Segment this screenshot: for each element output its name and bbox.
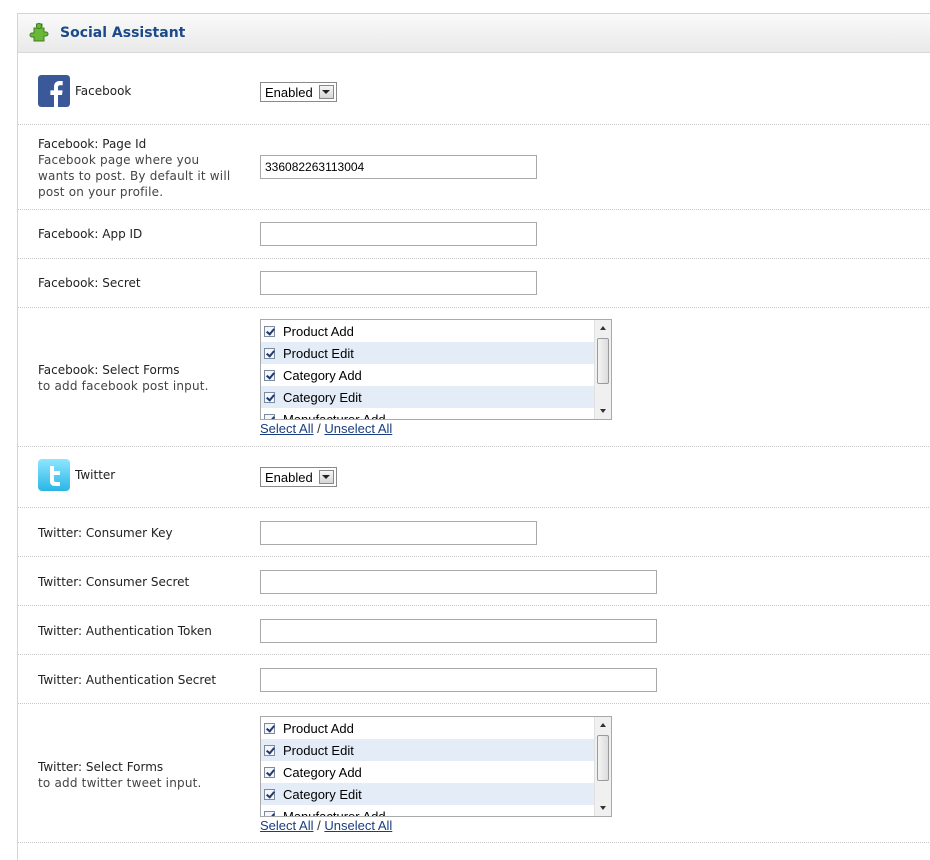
twitter-consumer-secret-row: Twitter: Consumer Secret: [18, 557, 930, 606]
twitter-consumer-secret-input[interactable]: [260, 570, 657, 594]
panel-header: Social Assistant: [18, 14, 930, 53]
social-assistant-panel: Social Assistant Facebook Enabled Facebo…: [17, 13, 930, 860]
twitter-consumer-key-label: Twitter: Consumer Key: [38, 526, 173, 540]
twitter-forms-label: Twitter: Select Forms to add twitter twe…: [38, 759, 238, 791]
facebook-forms-row: Facebook: Select Forms to add facebook p…: [18, 308, 930, 447]
twitter-consumer-secret-label: Twitter: Consumer Secret: [38, 575, 190, 589]
chevron-down-icon: [318, 470, 334, 484]
checkbox-checked-icon[interactable]: [264, 413, 275, 419]
list-item[interactable]: Product Add: [261, 717, 595, 739]
list-item[interactable]: Product Add: [261, 320, 595, 342]
twitter-forms-listbox[interactable]: Product Add Product Edit Category Add Ca…: [260, 716, 612, 817]
twitter-status-row: Twitter Enabled: [18, 447, 930, 508]
page-title: Social Assistant: [60, 25, 186, 41]
facebook-page-id-input[interactable]: 336082263113004: [260, 155, 537, 179]
facebook-app-id-row: Facebook: App ID: [18, 210, 930, 259]
list-item[interactable]: Product Edit: [261, 739, 595, 761]
facebook-forms-help: to add facebook post input.: [38, 379, 209, 393]
scrollbar-thumb[interactable]: [597, 735, 609, 781]
twitter-auth-secret-row: Twitter: Authentication Secret: [18, 655, 930, 704]
scrollbar-thumb[interactable]: [597, 338, 609, 384]
twitter-forms-title: Twitter: Select Forms: [38, 760, 164, 774]
list-item[interactable]: Category Edit: [261, 386, 595, 408]
facebook-logo-icon: [38, 75, 70, 107]
twitter-brand: Twitter: [38, 459, 115, 491]
twitter-auth-secret-label: Twitter: Authentication Secret: [38, 673, 217, 687]
facebook-page-id-label: Facebook: Page Id Facebook page where yo…: [38, 136, 238, 200]
list-item-label: Manufacturer Add: [283, 411, 386, 420]
link-separator: /: [317, 818, 321, 833]
twitter-unselect-all-link[interactable]: Unselect All: [324, 818, 392, 833]
twitter-consumer-key-row: Twitter: Consumer Key: [18, 508, 930, 557]
checkbox-checked-icon[interactable]: [264, 369, 275, 381]
list-item[interactable]: Category Edit: [261, 783, 595, 805]
scroll-up-icon[interactable]: [595, 320, 611, 336]
facebook-secret-label: Facebook: Secret: [38, 276, 141, 290]
facebook-label: Facebook: [75, 84, 132, 98]
list-item-label: Product Edit: [283, 345, 354, 361]
list-item[interactable]: Manufacturer Add: [261, 408, 595, 420]
twitter-status-select[interactable]: Enabled: [260, 467, 337, 487]
checkbox-checked-icon[interactable]: [264, 325, 275, 337]
checkbox-checked-icon[interactable]: [264, 788, 275, 800]
list-item-label: Category Add: [283, 367, 362, 383]
list-item-label: Category Add: [283, 764, 362, 780]
list-item[interactable]: Category Add: [261, 761, 595, 783]
facebook-secret-row: Facebook: Secret: [18, 259, 930, 308]
facebook-forms-listbox[interactable]: Product Add Product Edit Category Add Ca…: [260, 319, 612, 420]
twitter-auth-token-input[interactable]: [260, 619, 657, 643]
facebook-status-row: Facebook Enabled: [18, 53, 930, 125]
twitter-logo-icon: [38, 459, 70, 491]
list-item-label: Product Edit: [283, 742, 354, 758]
twitter-auth-token-label: Twitter: Authentication Token: [38, 624, 212, 638]
list-item-label: Category Edit: [283, 786, 362, 802]
scroll-down-icon[interactable]: [595, 403, 611, 419]
chevron-down-icon: [318, 85, 334, 99]
facebook-brand: Facebook: [38, 75, 131, 107]
twitter-forms-row: Twitter: Select Forms to add twitter twe…: [18, 704, 930, 843]
scroll-down-icon[interactable]: [595, 800, 611, 816]
checkbox-checked-icon[interactable]: [264, 766, 275, 778]
facebook-unselect-all-link[interactable]: Unselect All: [324, 421, 392, 436]
puzzle-icon: [29, 22, 49, 42]
list-item[interactable]: Product Edit: [261, 342, 595, 364]
facebook-select-links: Select All / Unselect All: [260, 421, 612, 436]
checkbox-checked-icon[interactable]: [264, 347, 275, 359]
list-item-label: Category Edit: [283, 389, 362, 405]
facebook-page-id-help: Facebook page where you wants to post. B…: [38, 153, 231, 199]
twitter-status-value: Enabled: [265, 469, 313, 485]
facebook-app-id-input[interactable]: [260, 222, 537, 246]
twitter-auth-token-row: Twitter: Authentication Token: [18, 606, 930, 655]
list-item-label: Manufacturer Add: [283, 808, 386, 817]
checkbox-checked-icon[interactable]: [264, 810, 275, 816]
checkbox-checked-icon[interactable]: [264, 744, 275, 756]
facebook-select-all-link[interactable]: Select All: [260, 421, 313, 436]
facebook-page-id-title: Facebook: Page Id: [38, 137, 147, 151]
facebook-app-id-label: Facebook: App ID: [38, 227, 143, 241]
checkbox-checked-icon[interactable]: [264, 722, 275, 734]
scroll-up-icon[interactable]: [595, 717, 611, 733]
twitter-label: Twitter: [75, 468, 116, 482]
twitter-auth-secret-input[interactable]: [260, 668, 657, 692]
list-item-label: Product Add: [283, 720, 354, 736]
facebook-status-select[interactable]: Enabled: [260, 82, 337, 102]
link-separator: /: [317, 421, 321, 436]
checkbox-checked-icon[interactable]: [264, 391, 275, 403]
twitter-select-links: Select All / Unselect All: [260, 818, 612, 833]
facebook-secret-input[interactable]: [260, 271, 537, 295]
listbox-scrollbar[interactable]: [594, 320, 611, 419]
facebook-forms-title: Facebook: Select Forms: [38, 363, 180, 377]
listbox-scrollbar[interactable]: [594, 717, 611, 816]
twitter-forms-help: to add twitter tweet input.: [38, 776, 202, 790]
list-item-label: Product Add: [283, 323, 354, 339]
twitter-select-all-link[interactable]: Select All: [260, 818, 313, 833]
list-item[interactable]: Category Add: [261, 364, 595, 386]
facebook-forms-label: Facebook: Select Forms to add facebook p…: [38, 362, 238, 394]
list-item[interactable]: Manufacturer Add: [261, 805, 595, 817]
facebook-page-id-row: Facebook: Page Id Facebook page where yo…: [18, 125, 930, 210]
twitter-consumer-key-input[interactable]: [260, 521, 537, 545]
facebook-status-value: Enabled: [265, 84, 313, 100]
